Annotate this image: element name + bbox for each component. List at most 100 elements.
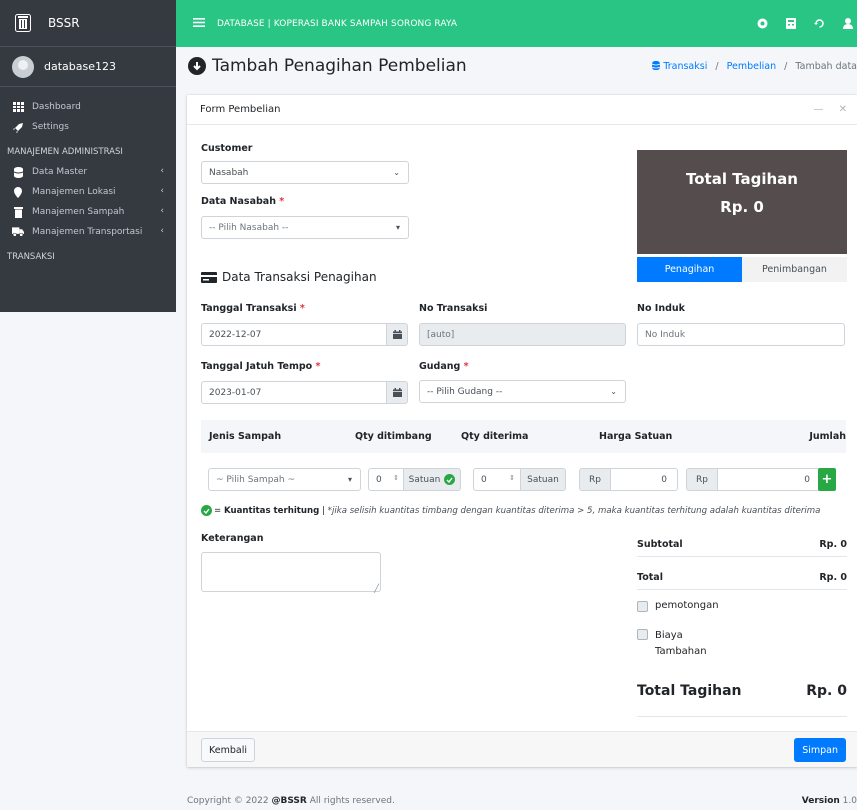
jumlah-input: 0 bbox=[717, 468, 819, 491]
no-induk-input[interactable]: No Induk bbox=[637, 323, 845, 346]
breadcrumb: Transaksi / Pembelian / Tambah data bbox=[652, 61, 857, 73]
sidebar-item-label: Manajemen Sampah bbox=[32, 207, 125, 217]
gudang-placeholder: -- Pilih Gudang -- bbox=[427, 386, 503, 397]
keterangan-label: Keterangan bbox=[201, 533, 264, 544]
user-panel[interactable]: database123 bbox=[0, 47, 176, 87]
biaya-tambahan-checkbox[interactable]: Biaya Tambahan bbox=[637, 628, 707, 660]
no-transaksi-input: [auto] bbox=[419, 323, 626, 346]
tabs: Penagihan Penimbangan bbox=[637, 257, 847, 282]
qty-ditimbang-input[interactable]: 0 ⇕ bbox=[368, 468, 404, 491]
pemotongan-checkbox[interactable]: pemotongan bbox=[637, 600, 719, 612]
note-prefix: = bbox=[214, 506, 224, 516]
sidebar-item-label: Manajemen Transportasi bbox=[32, 227, 143, 237]
back-button[interactable]: Kembali bbox=[201, 738, 255, 762]
grid-icon bbox=[12, 102, 24, 112]
dashboard-gauge-icon[interactable] bbox=[757, 18, 768, 29]
sidebar-item-transportasi[interactable]: Manajemen Transportasi ‹ bbox=[0, 222, 176, 242]
sidebar-item-dashboard[interactable]: Dashboard bbox=[0, 97, 176, 117]
harga-satuan-input[interactable]: 0 bbox=[610, 468, 678, 491]
col-jenis-sampah: Jenis Sampah bbox=[209, 431, 282, 442]
customer-select-value: Nasabah bbox=[209, 167, 249, 178]
total-tagihan-value: Rp. 0 bbox=[720, 198, 764, 216]
customer-select[interactable]: Nasabah ⌄ bbox=[201, 161, 409, 184]
minimize-icon[interactable]: — bbox=[813, 104, 823, 115]
sidebar-item-data-master[interactable]: Data Master ‹ bbox=[0, 162, 176, 182]
required-mark: * bbox=[279, 196, 285, 207]
calculator-icon[interactable] bbox=[786, 18, 796, 29]
money-bill-icon bbox=[201, 271, 217, 283]
tanggal-transaksi-input[interactable]: 2022-12-07 bbox=[201, 323, 387, 346]
sidebar-item-label: Dashboard bbox=[32, 102, 81, 112]
calendar-icon[interactable] bbox=[386, 381, 408, 404]
user-icon[interactable] bbox=[843, 18, 853, 29]
checkbox-icon[interactable] bbox=[637, 629, 648, 640]
total-row: Total Rp. 0 bbox=[637, 564, 847, 590]
breadcrumb-transaksi[interactable]: Transaksi bbox=[663, 61, 707, 72]
chevron-left-icon: ‹ bbox=[160, 166, 164, 176]
user-name: database123 bbox=[44, 60, 116, 73]
copyright-text: Copyright © 2022 bbox=[187, 796, 272, 806]
close-icon[interactable]: ✕ bbox=[839, 104, 847, 115]
jumlah-value: 0 bbox=[804, 474, 810, 485]
copyright-brand[interactable]: @BSSR bbox=[271, 796, 306, 806]
tanggal-value: 2022-12-07 bbox=[209, 329, 262, 340]
spinner-icon[interactable]: ⇕ bbox=[393, 474, 399, 482]
spinner-icon[interactable]: ⇕ bbox=[509, 474, 515, 482]
database-icon bbox=[12, 166, 24, 178]
nasabah-label-text: Data Nasabah bbox=[201, 196, 276, 207]
tab-penagihan[interactable]: Penagihan bbox=[637, 257, 742, 282]
jatuh-tempo-label-text: Tanggal Jatuh Tempo bbox=[201, 361, 313, 372]
check-circle-icon bbox=[201, 505, 212, 516]
keterangan-textarea[interactable] bbox=[201, 552, 381, 593]
history-icon[interactable] bbox=[814, 18, 825, 29]
biaya-line2: Tambahan bbox=[655, 646, 707, 657]
database-icon bbox=[652, 61, 661, 73]
nav-header-transaksi: TRANSAKSI bbox=[7, 252, 55, 262]
no-transaksi-label: No Transaksi bbox=[419, 303, 488, 314]
qty-diterima-input[interactable]: 0 ⇕ bbox=[473, 468, 521, 491]
menu-icon[interactable] bbox=[193, 17, 205, 30]
checkbox-icon[interactable] bbox=[637, 601, 648, 612]
kuantitas-note: = Kuantitas terhitung | *jika selisih ku… bbox=[201, 505, 820, 516]
nasabah-select[interactable]: -- Pilih Nasabah -- ▾ bbox=[201, 216, 409, 239]
no-induk-placeholder: No Induk bbox=[645, 329, 686, 340]
tab-penimbangan[interactable]: Penimbangan bbox=[742, 257, 847, 282]
card-header: Form Pembelian — ✕ bbox=[187, 95, 857, 125]
caret-down-icon: ▾ bbox=[395, 223, 400, 232]
brand-link[interactable]: BSSR bbox=[0, 0, 176, 47]
version-value: 1.0 bbox=[839, 796, 857, 806]
form-card: Form Pembelian — ✕ Customer Nasabah ⌄ Da… bbox=[187, 95, 857, 767]
trash-icon bbox=[12, 206, 24, 218]
grand-total-label: Total Tagihan bbox=[637, 683, 742, 699]
rp-addon: Rp bbox=[579, 468, 611, 491]
grand-total-row: Total Tagihan Rp. 0 bbox=[637, 679, 847, 717]
note-italic: *jika selisih kuantitas timbang dengan k… bbox=[327, 506, 821, 516]
breadcrumb-pembelian[interactable]: Pembelian bbox=[727, 61, 777, 72]
jatuh-tempo-input[interactable]: 2023-01-07 bbox=[201, 381, 387, 404]
sidebar-item-lokasi[interactable]: Manajemen Lokasi ‹ bbox=[0, 182, 176, 202]
qty-diterima-value: 0 bbox=[481, 474, 487, 485]
sampah-placeholder: ~ Pilih Sampah ~ bbox=[216, 474, 296, 485]
gudang-select[interactable]: -- Pilih Gudang -- ⌄ bbox=[419, 380, 626, 403]
sidebar-item-label: Settings bbox=[32, 122, 69, 132]
note-bold: Kuantitas terhitung bbox=[223, 506, 320, 516]
sampah-select[interactable]: ~ Pilih Sampah ~ ▾ bbox=[208, 468, 361, 491]
save-button[interactable]: Simpan bbox=[794, 738, 846, 762]
map-pin-icon bbox=[12, 186, 24, 198]
calendar-icon[interactable] bbox=[386, 323, 408, 346]
truck-icon bbox=[12, 227, 24, 237]
biaya-tambahan-label: Biaya Tambahan bbox=[655, 628, 707, 660]
subtotal-row: Subtotal Rp. 0 bbox=[637, 531, 847, 557]
sidebar-item-settings[interactable]: Settings bbox=[0, 117, 176, 137]
card-footer: Kembali Simpan bbox=[187, 731, 857, 767]
add-row-button[interactable]: + bbox=[818, 468, 836, 491]
sidebar-item-sampah[interactable]: Manajemen Sampah ‹ bbox=[0, 202, 176, 222]
nasabah-label: Data Nasabah * bbox=[201, 196, 284, 207]
tanggal-transaksi-label: Tanggal Transaksi * bbox=[201, 303, 305, 314]
satuan-addon: Satuan bbox=[520, 468, 566, 491]
required-mark: * bbox=[299, 303, 305, 314]
chevron-left-icon: ‹ bbox=[160, 186, 164, 196]
rocket-icon bbox=[12, 122, 24, 133]
chevron-down-icon: ⌄ bbox=[610, 387, 617, 396]
chevron-left-icon: ‹ bbox=[160, 206, 164, 216]
